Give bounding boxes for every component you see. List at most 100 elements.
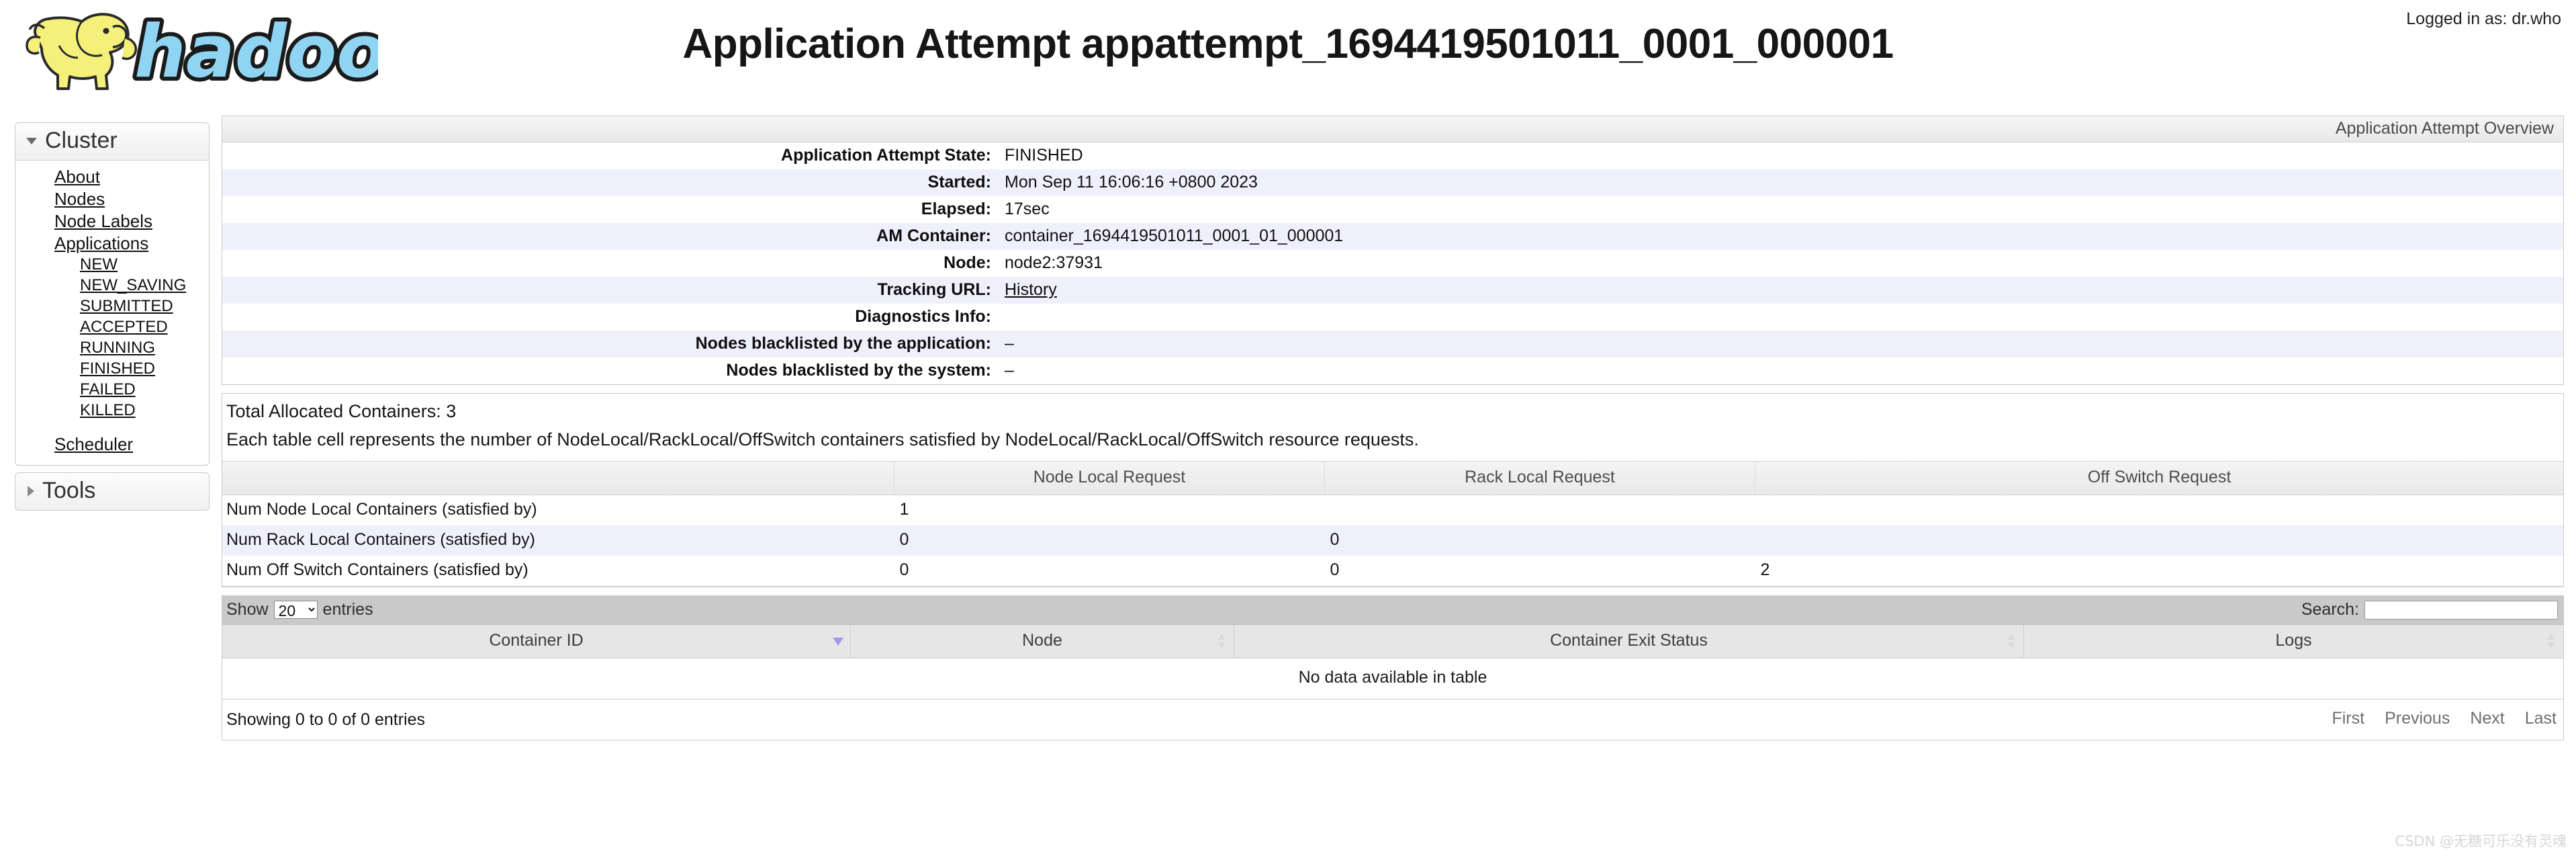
column-header-container-exit-status-label: Container Exit Status bbox=[1550, 630, 1708, 650]
table-row: Nodes blacklisted by the application: – bbox=[222, 331, 2563, 357]
allocated-containers-panel: Total Allocated Containers: 3 Each table… bbox=[222, 393, 2564, 587]
sidebar-item-accepted[interactable]: ACCEPTED bbox=[80, 317, 168, 338]
sort-descending-icon bbox=[833, 634, 843, 648]
matrix-header-node-local-request: Node Local Request bbox=[894, 460, 1325, 495]
allocated-containers-text: Total Allocated Containers: 3 Each table… bbox=[222, 394, 2563, 452]
overview-value-am-container: container_1694419501011_0001_01_000001 bbox=[1005, 226, 1344, 245]
matrix-cell-off-switch-rack-local: 0 bbox=[1324, 555, 1755, 587]
column-header-container-exit-status[interactable]: Container Exit Status bbox=[1234, 624, 2024, 658]
chevron-right-icon bbox=[28, 485, 34, 497]
matrix-row-label-node-local: Num Node Local Containers (satisfied by) bbox=[226, 499, 537, 519]
page-title: Application Attempt appattempt_169441950… bbox=[682, 21, 1894, 67]
application-attempt-overview-panel: Application Attempt Overview Application… bbox=[222, 116, 2564, 385]
page-layout: Cluster About Nodes Node Labels Applicat… bbox=[0, 102, 2576, 856]
pagination-first-button[interactable]: First bbox=[2332, 709, 2364, 728]
entries-label: entries bbox=[322, 600, 373, 619]
sidebar-item-applications[interactable]: Applications bbox=[54, 232, 148, 255]
table-row: Tracking URL: History bbox=[222, 277, 2563, 304]
matrix-header-rack-local-request: Rack Local Request bbox=[1324, 460, 1755, 495]
sidebar: Cluster About Nodes Node Labels Applicat… bbox=[15, 122, 210, 517]
datatable-info: Showing 0 to 0 of 0 entries bbox=[226, 710, 426, 729]
total-allocated-containers: Total Allocated Containers: 3 bbox=[226, 401, 457, 421]
sidebar-item-new-saving[interactable]: NEW_SAVING bbox=[80, 275, 186, 296]
column-header-node-label: Node bbox=[1022, 630, 1062, 650]
sort-none-icon bbox=[2547, 634, 2555, 649]
overview-panel-title: Application Attempt Overview bbox=[222, 116, 2563, 142]
matrix-cell-rack-local-off-switch bbox=[1755, 525, 2564, 556]
overview-label-blacklisted-system: Nodes blacklisted by the system: bbox=[726, 361, 991, 380]
sidebar-item-scheduler[interactable]: Scheduler bbox=[54, 433, 133, 456]
overview-label-started: Started: bbox=[927, 173, 991, 191]
sidebar-item-killed[interactable]: KILLED bbox=[80, 400, 136, 421]
login-status: Logged in as: dr.who bbox=[2406, 9, 2561, 28]
containers-datatable-panel: Show 20406080100 entries Search: Contain… bbox=[222, 595, 2564, 740]
matrix-cell-rack-local-node-local: 0 bbox=[899, 529, 909, 549]
page-length-select[interactable]: 20406080100 bbox=[273, 601, 318, 619]
datatable-length-control: Show 20406080100 entries bbox=[226, 596, 373, 624]
matrix-header-blank bbox=[222, 460, 894, 495]
overview-label-blacklisted-application: Nodes blacklisted by the application: bbox=[695, 334, 991, 353]
sidebar-item-node-labels[interactable]: Node Labels bbox=[54, 210, 152, 232]
table-row: Num Off Switch Containers (satisfied by)… bbox=[222, 555, 2563, 587]
svg-text:hadoop: hadoop bbox=[134, 10, 378, 94]
table-row: Elapsed: 17sec bbox=[222, 196, 2563, 223]
overview-label-diagnostics-info: Diagnostics Info: bbox=[855, 307, 991, 326]
overview-value-node: node2:37931 bbox=[1005, 253, 1103, 272]
pagination-next-button[interactable]: Next bbox=[2470, 709, 2504, 728]
overview-table: Application Attempt State: FINISHED Star… bbox=[222, 142, 2563, 384]
page-header: hadoop hadoop Application Attempt appatt… bbox=[0, 0, 2576, 102]
overview-label-node: Node: bbox=[944, 253, 991, 272]
table-header-row: Container ID Node Container Exit Status … bbox=[222, 624, 2563, 658]
nav-section-tools: Tools bbox=[15, 472, 210, 511]
column-header-logs[interactable]: Logs bbox=[2023, 624, 2563, 658]
allocated-containers-description: Each table cell represents the number of… bbox=[226, 429, 1419, 450]
table-row: Started: Mon Sep 11 16:06:16 +0800 2023 bbox=[222, 169, 2563, 196]
empty-message: No data available in table bbox=[222, 658, 2563, 699]
overview-value-elapsed: 17sec bbox=[1005, 200, 1050, 218]
sidebar-item-new[interactable]: NEW bbox=[80, 255, 118, 275]
overview-value-tracking-url: History bbox=[998, 277, 2563, 304]
nav-section-cluster-label: Cluster bbox=[45, 128, 118, 153]
search-label: Search: bbox=[2301, 600, 2359, 619]
column-header-container-id[interactable]: Container ID bbox=[222, 624, 851, 658]
table-row: Diagnostics Info: bbox=[222, 304, 2563, 331]
table-header-row: Node Local Request Rack Local Request Of… bbox=[222, 460, 2563, 495]
nav-section-cluster-body: About Nodes Node Labels Applications NEW… bbox=[15, 161, 209, 465]
column-header-container-id-label: Container ID bbox=[489, 630, 584, 650]
datatable-footer: Showing 0 to 0 of 0 entries First Previo… bbox=[222, 699, 2563, 740]
nav-section-tools-header[interactable]: Tools bbox=[15, 473, 209, 510]
overview-value-blacklisted-application: – bbox=[1005, 334, 1014, 353]
sidebar-item-failed[interactable]: FAILED bbox=[80, 380, 136, 400]
sort-none-icon bbox=[1217, 634, 1226, 649]
hadoop-logo[interactable]: hadoop hadoop bbox=[12, 5, 378, 99]
locality-matrix-table: Node Local Request Rack Local Request Of… bbox=[222, 460, 2563, 587]
overview-value-diagnostics-info bbox=[998, 304, 2563, 331]
show-label: Show bbox=[226, 600, 269, 619]
csdn-watermark: CSDN @无糖可乐没有灵魂 bbox=[2395, 833, 2567, 849]
overview-label-am-container: AM Container: bbox=[876, 226, 991, 245]
sort-none-icon bbox=[2007, 634, 2015, 649]
matrix-cell-node-local-node-local: 1 bbox=[899, 499, 909, 519]
matrix-header-off-switch-request: Off Switch Request bbox=[1755, 460, 2563, 495]
pagination-last-button[interactable]: Last bbox=[2525, 709, 2557, 728]
nav-section-cluster: Cluster About Nodes Node Labels Applicat… bbox=[15, 122, 210, 466]
nav-section-tools-label: Tools bbox=[42, 478, 96, 503]
datatable-toolbar: Show 20406080100 entries Search: bbox=[222, 595, 2563, 625]
sidebar-item-about[interactable]: About bbox=[54, 166, 100, 188]
table-row: AM Container: container_1694419501011_00… bbox=[222, 223, 2563, 250]
sidebar-item-finished[interactable]: FINISHED bbox=[80, 359, 155, 380]
datatable-pagination: First Previous Next Last bbox=[2332, 709, 2557, 728]
table-row: Num Rack Local Containers (satisfied by)… bbox=[222, 525, 2563, 556]
pagination-previous-button[interactable]: Previous bbox=[2385, 709, 2450, 728]
tracking-url-history-link[interactable]: History bbox=[1005, 280, 1057, 299]
chevron-down-icon bbox=[26, 137, 37, 144]
sidebar-item-nodes[interactable]: Nodes bbox=[54, 188, 105, 210]
sidebar-item-submitted[interactable]: SUBMITTED bbox=[80, 296, 173, 317]
sidebar-item-running[interactable]: RUNNING bbox=[80, 338, 155, 359]
column-header-node[interactable]: Node bbox=[850, 624, 1234, 658]
datatable-filter-control: Search: bbox=[2301, 596, 2558, 624]
nav-section-cluster-header[interactable]: Cluster bbox=[15, 123, 209, 161]
search-input[interactable] bbox=[2364, 600, 2558, 619]
matrix-cell-off-switch-node-local: 0 bbox=[894, 555, 1325, 587]
overview-value-state: FINISHED bbox=[1005, 146, 1083, 165]
